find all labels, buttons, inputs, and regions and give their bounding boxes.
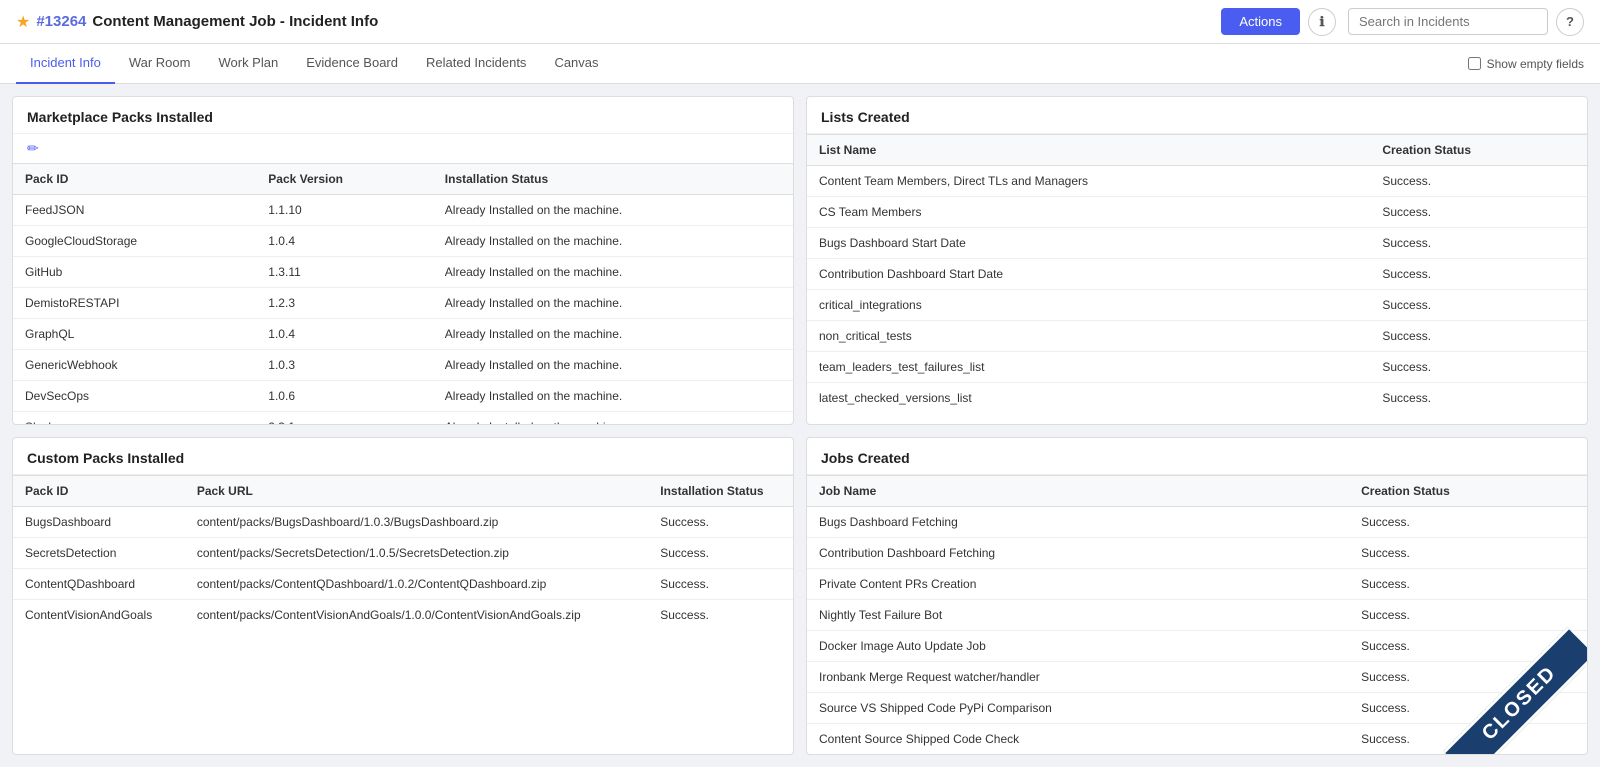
header: ★ #13264 Content Management Job - Incide…: [0, 0, 1600, 44]
table-row: Private Content PRs CreationSuccess.: [807, 569, 1587, 600]
main-content: Marketplace Packs Installed ✏ Pack ID Pa…: [0, 84, 1600, 767]
lists-created-panel: Lists Created List Name Creation Status …: [806, 96, 1588, 425]
cp-col-pack-id: Pack ID: [13, 476, 185, 507]
mp-col-install-status: Installation Status: [433, 164, 793, 195]
table-row: GoogleCloudStorage1.0.4Already Installed…: [13, 226, 793, 257]
table-row: Ironbank Merge Request watcher/handlerSu…: [807, 662, 1587, 693]
table-row: Contribution Dashboard FetchingSuccess.: [807, 538, 1587, 569]
jc-col-creation-status: Creation Status: [1349, 476, 1587, 507]
page-title: Content Management Job - Incident Info: [92, 13, 1221, 30]
show-empty-checkbox[interactable]: [1468, 57, 1481, 70]
custom-packs-title: Custom Packs Installed: [13, 438, 793, 475]
table-row: Slack2.3.1Already Installed on the machi…: [13, 412, 793, 425]
table-row: SecretsDetectioncontent/packs/SecretsDet…: [13, 538, 793, 569]
info-button[interactable]: ℹ: [1308, 8, 1336, 36]
table-row: CS Team MembersSuccess.: [807, 197, 1587, 228]
table-row: ContentVisionAndGoalscontent/packs/Conte…: [13, 600, 793, 631]
jobs-created-title: Jobs Created: [807, 438, 1587, 475]
mp-col-pack-id: Pack ID: [13, 164, 256, 195]
tab-war-room[interactable]: War Room: [115, 44, 205, 84]
cp-col-install-status: Installation Status: [648, 476, 793, 507]
table-row: Nightly Test Failure BotSuccess.: [807, 600, 1587, 631]
jc-col-job-name: Job Name: [807, 476, 1349, 507]
jobs-created-panel: Jobs Created Job Name Creation Status Bu…: [806, 437, 1588, 755]
table-row: latest_checked_versions_listSuccess.: [807, 383, 1587, 414]
table-row: DevSecOps1.0.6Already Installed on the m…: [13, 381, 793, 412]
star-icon: ★: [16, 12, 30, 32]
table-row: Source VS Shipped Code PyPi ComparisonSu…: [807, 693, 1587, 724]
table-row: GenericWebhook1.0.3Already Installed on …: [13, 350, 793, 381]
tab-evidence-board[interactable]: Evidence Board: [292, 44, 412, 84]
show-empty-label: Show empty fields: [1487, 57, 1584, 71]
table-row: non_critical_testsSuccess.: [807, 321, 1587, 352]
marketplace-packs-title: Marketplace Packs Installed: [13, 97, 793, 134]
table-row: critical_integrationsSuccess.: [807, 290, 1587, 321]
lists-created-title: Lists Created: [807, 97, 1587, 134]
table-row: BugsDashboardcontent/packs/BugsDashboard…: [13, 507, 793, 538]
tabs-bar: Incident Info War Room Work Plan Evidenc…: [0, 44, 1600, 84]
table-row: Bugs Dashboard Start DateSuccess.: [807, 228, 1587, 259]
marketplace-packs-table: Pack ID Pack Version Installation Status…: [13, 163, 793, 424]
tab-canvas[interactable]: Canvas: [540, 44, 612, 84]
table-row: Bugs Dashboard FetchingSuccess.: [807, 507, 1587, 538]
incident-id: #13264: [36, 13, 86, 30]
table-row: FeedJSON1.1.10Already Installed on the m…: [13, 195, 793, 226]
lc-col-creation-status: Creation Status: [1370, 135, 1587, 166]
lc-col-list-name: List Name: [807, 135, 1370, 166]
marketplace-packs-table-scroll[interactable]: Pack ID Pack Version Installation Status…: [13, 163, 793, 424]
table-row: GitHub1.3.11Already Installed on the mac…: [13, 257, 793, 288]
help-button[interactable]: ?: [1556, 8, 1584, 36]
table-row: GraphQL1.0.4Already Installed on the mac…: [13, 319, 793, 350]
lists-created-table-scroll[interactable]: List Name Creation Status Content Team M…: [807, 134, 1587, 413]
marketplace-packs-panel: Marketplace Packs Installed ✏ Pack ID Pa…: [12, 96, 794, 425]
tab-incident-info[interactable]: Incident Info: [16, 44, 115, 84]
jobs-created-table-scroll[interactable]: Job Name Creation Status Bugs Dashboard …: [807, 475, 1587, 754]
custom-packs-table: Pack ID Pack URL Installation Status Bug…: [13, 475, 793, 630]
table-row: DemistoRESTAPI1.2.3Already Installed on …: [13, 288, 793, 319]
cp-col-pack-url: Pack URL: [185, 476, 648, 507]
jobs-created-table: Job Name Creation Status Bugs Dashboard …: [807, 475, 1587, 754]
lists-created-table: List Name Creation Status Content Team M…: [807, 134, 1587, 413]
mp-col-pack-version: Pack Version: [256, 164, 433, 195]
tab-related-incidents[interactable]: Related Incidents: [412, 44, 540, 84]
custom-packs-table-scroll[interactable]: Pack ID Pack URL Installation Status Bug…: [13, 475, 793, 630]
table-row: ContentQDashboardcontent/packs/ContentQD…: [13, 569, 793, 600]
table-row: Contribution Dashboard Start DateSuccess…: [807, 259, 1587, 290]
table-row: Docker Image Auto Update JobSuccess.: [807, 631, 1587, 662]
show-empty-fields: Show empty fields: [1468, 57, 1584, 71]
tab-work-plan[interactable]: Work Plan: [204, 44, 292, 84]
custom-packs-panel: Custom Packs Installed Pack ID Pack URL …: [12, 437, 794, 755]
edit-icon[interactable]: ✏: [13, 134, 793, 163]
table-row: team_leaders_test_failures_listSuccess.: [807, 352, 1587, 383]
actions-button[interactable]: Actions: [1221, 8, 1300, 35]
search-input[interactable]: [1348, 8, 1548, 35]
table-row: Content Team Members, Direct TLs and Man…: [807, 166, 1587, 197]
